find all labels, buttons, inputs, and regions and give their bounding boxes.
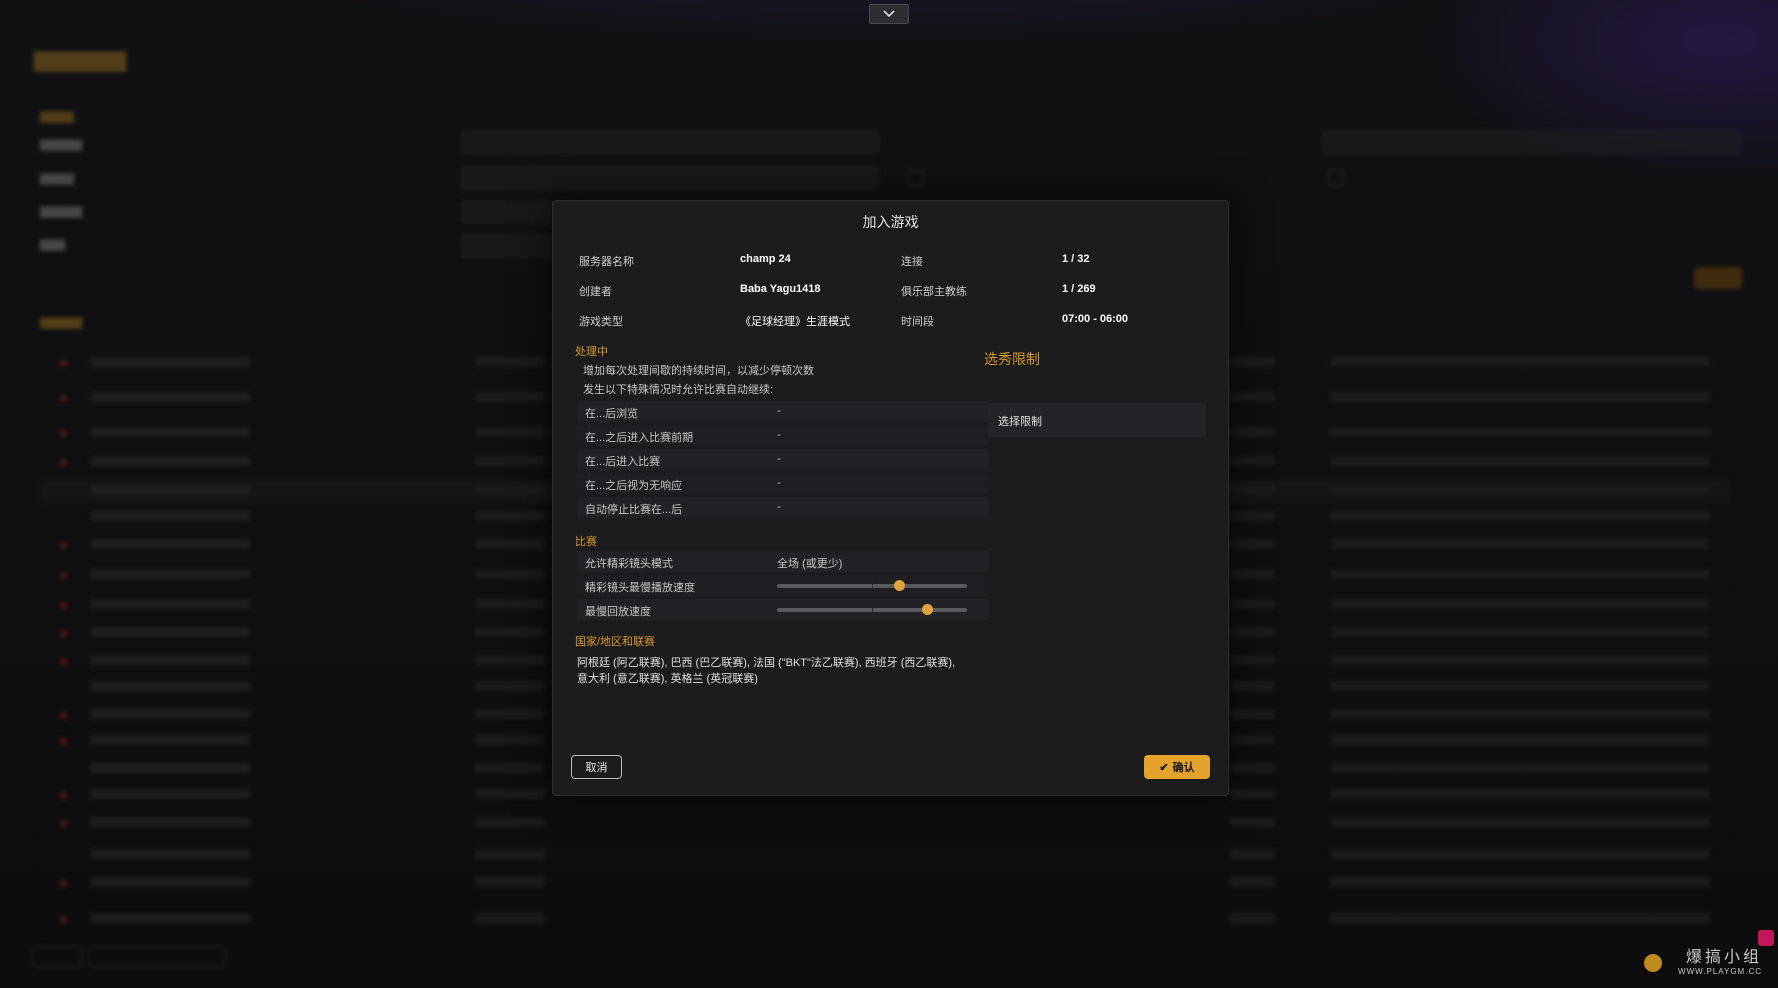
collapse-toggle-button[interactable] [869, 4, 909, 24]
nations-line: 意大利 (意乙联赛), 英格兰 (英冠联赛) [577, 673, 758, 685]
creator-value: Baba Yagu1418 [740, 283, 821, 295]
dialog-title: 加入游戏 [862, 214, 919, 230]
highlight-speed-label: 精彩镜头最慢播放速度 [585, 582, 695, 594]
draft-restriction-select[interactable]: 选择限制 [988, 403, 1206, 437]
setting-label: 在...后浏览 [585, 408, 639, 420]
server-name-value: champ 24 [740, 253, 791, 265]
server-info: 服务器名称 champ 24 连接 1 / 32 创建者 Baba Yagu14… [579, 253, 1199, 343]
time-slot-value: 07:00 - 06:00 [1062, 313, 1129, 325]
setting-row: 最慢回放速度 [577, 599, 989, 620]
match-heading: 比赛 [575, 536, 597, 548]
cancel-button[interactable]: 取消 [571, 755, 622, 779]
checkmark-icon: ✔ [1159, 761, 1169, 774]
slider-knob[interactable] [893, 580, 905, 591]
setting-row: 在...之后视为无响应 - [577, 473, 989, 494]
draft-restriction-heading: 选秀限制 [984, 351, 1040, 367]
chevron-down-icon [883, 7, 895, 21]
draft-restriction-label: 选择限制 [998, 416, 1042, 428]
setting-value: - [777, 453, 781, 465]
creator-label: 创建者 [579, 286, 612, 298]
join-game-dialog: 加入游戏 服务器名称 champ 24 连接 1 / 32 创建者 Baba Y… [552, 200, 1229, 796]
confirm-label: 确认 [1172, 762, 1195, 774]
watermark-url: WWW.PLAYGM.CC [1678, 967, 1762, 976]
setting-value: - [777, 501, 781, 513]
managers-value: 1 / 269 [1062, 283, 1096, 295]
replay-speed-label: 最慢回放速度 [585, 606, 651, 618]
processing-description: 增加每次处理间歇的持续时间，以减少停顿次数 [583, 365, 814, 377]
setting-row: 精彩镜头最慢播放速度 [577, 575, 989, 596]
highlight-mode-value: 全场 (或更少) [777, 558, 843, 570]
watermark-text: 爆搞小组 [1685, 947, 1762, 966]
setting-value: - [777, 477, 781, 489]
watermark: 爆搞小组 WWW.PLAYGM.CC [1678, 943, 1762, 976]
connections-value: 1 / 32 [1062, 253, 1090, 265]
game-type-value: 《足球经理》生涯模式 [740, 316, 850, 328]
watermark-logo-icon [1644, 954, 1662, 972]
setting-label: 在...后进入比赛 [585, 456, 661, 468]
setting-row: 自动停止比赛在...后 - [577, 497, 989, 518]
setting-row: 在...之后进入比赛前期 - [577, 425, 989, 446]
notification-badge-icon [1758, 930, 1774, 946]
confirm-button[interactable]: ✔ 确认 [1144, 755, 1210, 779]
nations-leagues-text: 阿根廷 (阿乙联赛), 巴西 (巴乙联赛), 法国 ("BKT"法乙联赛), 西… [577, 655, 977, 687]
auto-continue-description: 发生以下特殊情况时允许比赛自动继续: [583, 384, 774, 396]
highlight-mode-label: 允许精彩镜头模式 [585, 558, 673, 570]
info-row: 游戏类型 《足球经理》生涯模式 时间段 07:00 - 06:00 [579, 313, 1199, 343]
server-name-label: 服务器名称 [579, 256, 634, 268]
setting-row: 允许精彩镜头模式 全场 (或更少) [577, 551, 989, 572]
replay-speed-slider[interactable] [777, 604, 967, 615]
info-row: 服务器名称 champ 24 连接 1 / 32 [579, 253, 1199, 283]
setting-value: - [777, 429, 781, 441]
info-row: 创建者 Baba Yagu1418 俱乐部主教练 1 / 269 [579, 283, 1199, 313]
time-slot-label: 时间段 [901, 316, 934, 328]
game-type-label: 游戏类型 [579, 316, 623, 328]
setting-label: 在...之后进入比赛前期 [585, 432, 694, 444]
setting-label: 自动停止比赛在...后 [585, 504, 683, 516]
highlight-speed-slider[interactable] [777, 580, 967, 591]
managers-label: 俱乐部主教练 [901, 286, 967, 298]
setting-row: 在...后浏览 - [577, 401, 989, 422]
connections-label: 连接 [901, 256, 923, 268]
nations-line: 阿根廷 (阿乙联赛), 巴西 (巴乙联赛), 法国 ("BKT"法乙联赛), 西… [577, 657, 956, 669]
nations-heading: 国家/地区和联赛 [575, 636, 656, 648]
setting-value: - [777, 405, 781, 417]
slider-knob[interactable] [922, 604, 934, 615]
setting-row: 在...后进入比赛 - [577, 449, 989, 470]
processing-heading: 处理中 [575, 346, 608, 358]
setting-label: 在...之后视为无响应 [585, 480, 683, 492]
